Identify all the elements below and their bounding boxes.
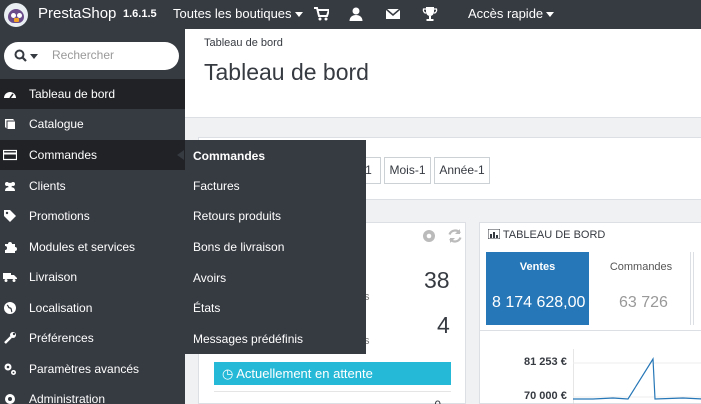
pending-row[interactable]: 0 (214, 391, 451, 404)
gear-icon[interactable] (421, 228, 437, 244)
kpi-orders[interactable]: Commandes 63 726 (591, 252, 691, 325)
bar-chart-icon (487, 228, 501, 240)
sidebar-item-label: Administration (29, 392, 106, 404)
trophy-icon[interactable] (422, 6, 438, 22)
range-button-year[interactable]: Année-1 (434, 157, 490, 184)
prestashop-logo[interactable] (4, 3, 28, 27)
cogs-icon (4, 363, 16, 375)
pending-title: Actuellement en attente (236, 366, 373, 381)
search-icon (14, 49, 27, 62)
submenu-item-delivery-slips[interactable]: Bons de livraison (193, 240, 284, 254)
page-title: Tableau de bord (204, 59, 369, 85)
kpi-sales[interactable]: Ventes 8 174 628,00 (486, 252, 589, 325)
y-tick-label: 70 000 € (524, 390, 567, 402)
range-button-month[interactable]: Mois-1 (384, 157, 431, 184)
sales-series-line (573, 357, 701, 400)
sidebar-item-orders[interactable]: Commandes (0, 140, 185, 170)
sidebar-item-label: Catalogue (29, 117, 84, 131)
clock-icon: ◷ (222, 366, 234, 381)
sidebar-item-preferences[interactable]: Préférences (0, 323, 185, 353)
top-header: PrestaShop 1.6.1.5 Toutes les boutiques … (0, 0, 701, 29)
submenu-item-statuses[interactable]: États (193, 301, 220, 315)
pending-header[interactable]: ◷ Actuellement en attente (214, 362, 451, 385)
refresh-icon[interactable] (447, 228, 463, 244)
kpi-value: 8 174 628,00 (492, 294, 586, 311)
credit-card-icon (3, 149, 17, 161)
submenu-item-credit-slips[interactable]: Avoirs (193, 271, 226, 285)
sidebar-item-label: Préférences (29, 331, 94, 345)
kpi-value: 63 726 (619, 294, 668, 311)
sidebar-item-label: Clients (29, 179, 66, 193)
sidebar-item-label: Modules et services (29, 240, 136, 254)
users-icon (5, 182, 15, 191)
sidebar-item-customers[interactable]: Clients (0, 171, 185, 201)
breadcrumb[interactable]: Tableau de bord (204, 37, 283, 49)
orders-submenu: Commandes Factures Retours produits Bons… (185, 140, 366, 354)
sidebar-item-promotions[interactable]: Promotions (0, 201, 185, 231)
globe-icon (4, 302, 16, 314)
dashboard-panel: TABLEAU DE BORD Ventes 8 174 628,00 Comm… (479, 222, 701, 404)
submenu-item-orders[interactable]: Commandes (193, 149, 265, 163)
search-placeholder: Rechercher (52, 48, 115, 62)
envelope-icon[interactable] (385, 6, 401, 22)
pending-row-value: 0 (434, 398, 441, 404)
quick-access-label: Accès rapide (468, 6, 544, 21)
chevron-down-icon (294, 12, 303, 18)
chevron-down-icon[interactable] (30, 54, 38, 59)
sidebar-item-catalogue[interactable]: Catalogue (0, 109, 185, 139)
sidebar-item-administration[interactable]: Administration (0, 384, 185, 404)
gear-icon (5, 394, 15, 404)
sidebar-item-label: Tableau de bord (29, 87, 116, 101)
submenu-item-invoices[interactable]: Factures (193, 179, 240, 193)
kpi-label: Commandes (609, 261, 673, 273)
panel-title: TABLEAU DE BORD (502, 229, 606, 241)
sidebar-item-dashboard[interactable]: Tableau de bord (0, 79, 185, 109)
dashboard-icon (4, 92, 16, 99)
submenu-pointer (177, 150, 184, 160)
stat-value: 38 (424, 267, 450, 293)
brand-name[interactable]: PrestaShop (38, 5, 116, 22)
sales-chart[interactable] (573, 349, 701, 404)
version-number: 1.6.1.5 (123, 8, 157, 20)
search-input[interactable]: Rechercher (4, 42, 179, 70)
shop-selector-label: Toutes les boutiques (173, 6, 292, 21)
sidebar-item-label: Localisation (29, 301, 93, 315)
wrench-icon (4, 332, 16, 344)
submenu-item-returns[interactable]: Retours produits (193, 209, 281, 223)
chevron-down-icon (546, 12, 555, 18)
kpi-label: Ventes (519, 261, 556, 273)
book-icon (5, 119, 15, 129)
submenu-item-messages[interactable]: Messages prédéfinis (193, 332, 303, 346)
puzzle-icon (5, 242, 17, 253)
sidebar-item-modules[interactable]: Modules et services (0, 232, 185, 262)
kpi-divider (480, 325, 701, 331)
page-header: Tableau de bord Tableau de bord (185, 29, 701, 118)
truck-icon (3, 273, 17, 282)
sidebar-item-shipping[interactable]: Livraison (0, 262, 185, 292)
sidebar-item-advanced-parameters[interactable]: Paramètres avancés (0, 354, 185, 384)
y-tick-label: 81 253 € (524, 356, 567, 368)
quick-access-menu[interactable]: Accès rapide (468, 6, 555, 21)
sidebar-item-label: Paramètres avancés (29, 362, 140, 376)
cart-icon[interactable] (313, 6, 329, 22)
stat-value: 4 (437, 312, 450, 338)
sidebar-item-label: Livraison (29, 270, 78, 284)
sidebar-item-localization[interactable]: Localisation (0, 293, 185, 323)
sidebar-item-label: Promotions (29, 209, 90, 223)
user-icon[interactable] (348, 6, 364, 22)
shop-selector[interactable]: Toutes les boutiques (173, 6, 303, 21)
tag-icon (4, 210, 16, 222)
sidebar-item-label: Commandes (29, 148, 98, 162)
kpi-next[interactable] (693, 252, 701, 325)
